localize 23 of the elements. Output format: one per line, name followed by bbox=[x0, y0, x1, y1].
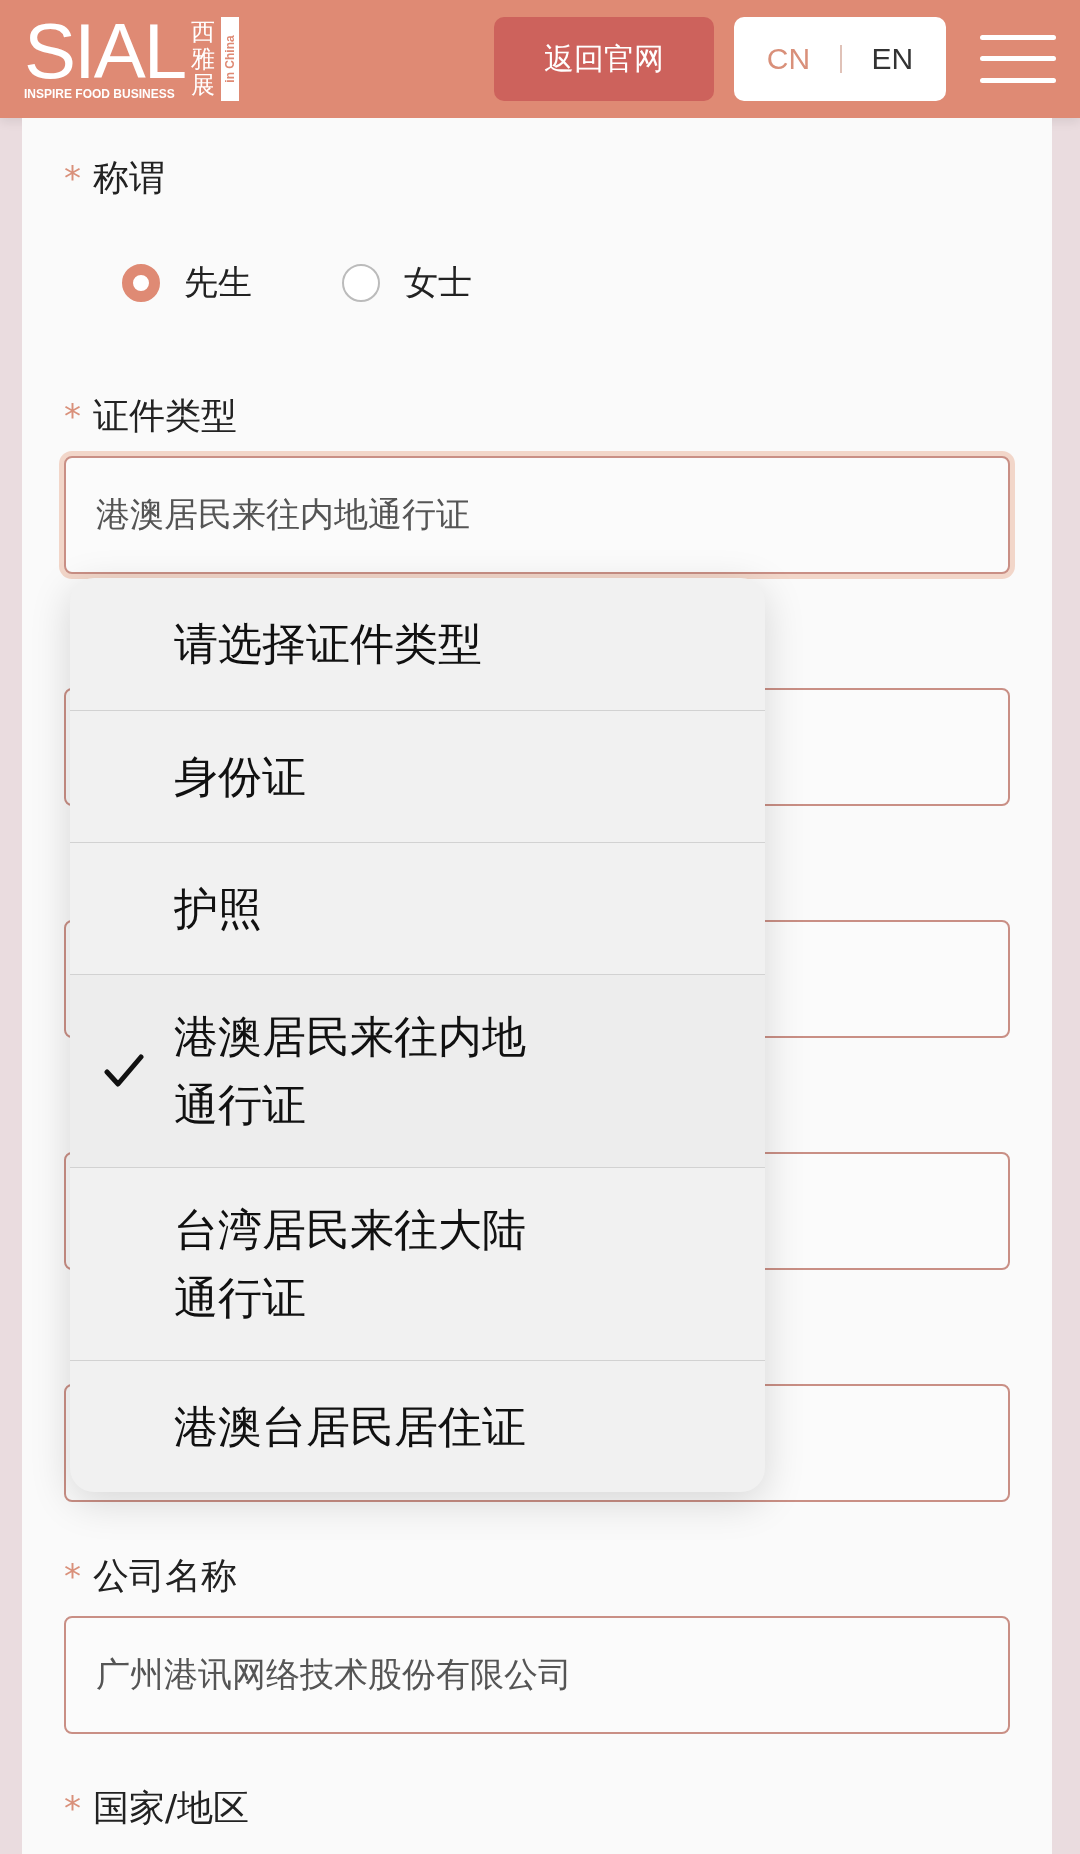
dropdown-option[interactable]: 请选择证件类型 bbox=[70, 578, 765, 710]
required-mark: * bbox=[64, 1559, 81, 1593]
language-option[interactable]: EN bbox=[871, 42, 914, 76]
logo-wordmark: SIAL bbox=[24, 16, 186, 86]
required-mark: * bbox=[64, 1791, 81, 1825]
dropdown-option[interactable]: 港澳居民来往内地通行证 bbox=[70, 974, 765, 1167]
input-field[interactable]: 广州港讯网络技术股份有限公司 bbox=[64, 1616, 1010, 1734]
menu-icon[interactable] bbox=[980, 33, 1056, 85]
radio-button[interactable] bbox=[122, 264, 160, 302]
radio-label[interactable]: 女士 bbox=[404, 260, 472, 306]
logo-badge: in China bbox=[221, 17, 240, 101]
back-to-site-button[interactable]: 返回官网 bbox=[494, 17, 714, 101]
logo-chinese-name: 西雅展 bbox=[191, 19, 216, 99]
field-label: 国家/地区 bbox=[93, 1785, 250, 1830]
required-mark: * bbox=[64, 399, 81, 433]
field-label: 称谓 bbox=[93, 155, 165, 200]
field-label: 公司名称 bbox=[93, 1553, 237, 1598]
radio-button[interactable] bbox=[342, 264, 380, 302]
required-mark: * bbox=[64, 161, 81, 195]
check-icon bbox=[104, 1054, 144, 1088]
field-label: 证件类型 bbox=[93, 393, 237, 438]
logo-tagline: INSPIRE FOOD BUSINESS bbox=[24, 86, 175, 102]
radio-label[interactable]: 先生 bbox=[184, 260, 252, 306]
